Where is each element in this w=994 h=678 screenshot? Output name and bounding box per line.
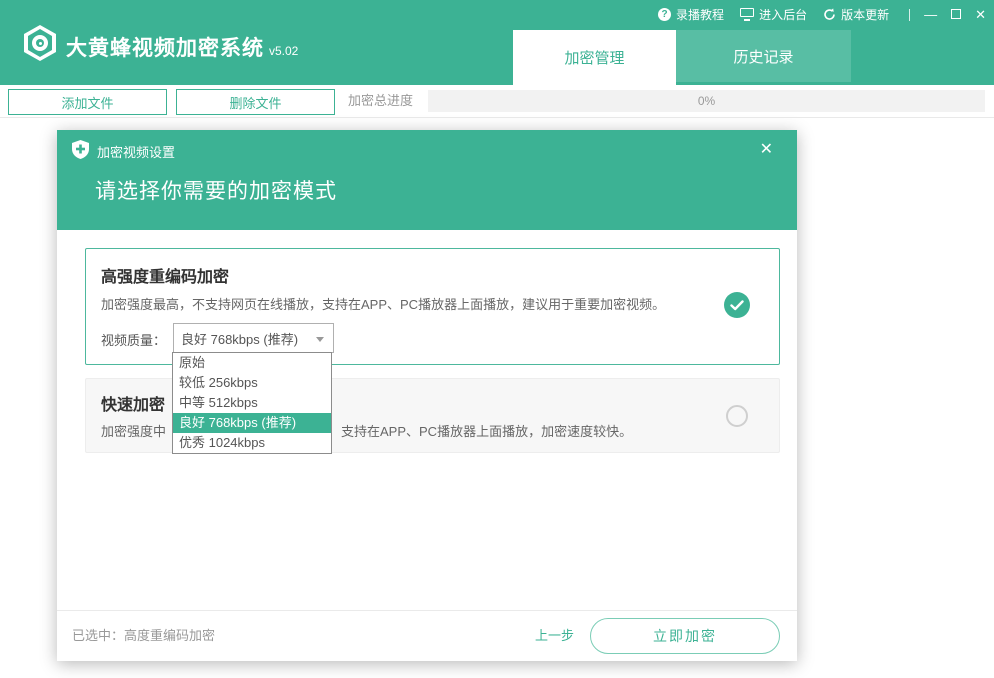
selected-mode-text: 已选中：高度重编码加密 (72, 611, 215, 661)
app-header: ? 录播教程 进入后台 版本更新 — ✕ 大黄蜂视频加密系统v5.02 加密管理… (0, 0, 994, 85)
menu-item-update[interactable]: 版本更新 (823, 6, 889, 23)
dialog-close-icon[interactable]: ✕ (760, 139, 773, 159)
previous-step-button[interactable]: 上一步 (535, 611, 574, 661)
total-progress-label: 加密总进度 (348, 85, 413, 117)
unselected-radio-icon[interactable] (726, 405, 748, 427)
maximize-icon (951, 9, 961, 19)
dialog-footer: 已选中：高度重编码加密 上一步 立即加密 (57, 610, 797, 661)
option-card-strong-encrypt[interactable]: 高强度重编码加密 加密强度最高，不支持网页在线播放，支持在APP、PC播放器上面… (85, 248, 780, 365)
dropdown-option-excellent[interactable]: 优秀 1024kbps (173, 433, 331, 453)
dialog-heading: 请选择你需要的加密模式 (95, 175, 337, 205)
dialog-title: 加密视频设置 (97, 142, 175, 161)
fast-encrypt-desc-left: 加密强度中 (101, 421, 166, 440)
menu-item-backend-label: 进入后台 (759, 6, 807, 23)
dropdown-option-original[interactable]: 原始 (173, 353, 331, 373)
window-controls-separator (909, 9, 910, 21)
menu-item-backend[interactable]: 进入后台 (740, 6, 807, 23)
dialog-header: 加密视频设置 ✕ 请选择你需要的加密模式 (57, 130, 797, 230)
app-logo-icon (24, 25, 56, 61)
menu-item-update-label: 版本更新 (841, 6, 889, 23)
app-version: v5.02 (269, 44, 298, 58)
quality-dropdown-list: 原始 较低 256kbps 中等 512kbps 良好 768kbps (推荐)… (172, 352, 332, 454)
encrypt-settings-dialog: 加密视频设置 ✕ 请选择你需要的加密模式 高强度重编码加密 加密强度最高，不支持… (57, 130, 797, 661)
dropdown-option-good-selected[interactable]: 良好 768kbps (推荐) (173, 413, 331, 433)
shield-plus-icon (72, 140, 89, 159)
menu-item-tutorial-label: 录播教程 (676, 6, 724, 23)
top-menu: ? 录播教程 进入后台 版本更新 — ✕ (658, 6, 986, 23)
video-quality-label: 视频质量： (101, 330, 166, 349)
total-progress-value: 0% (428, 90, 985, 112)
tab-encrypt-manage[interactable]: 加密管理 (513, 30, 676, 85)
monitor-icon (740, 8, 754, 21)
fast-encrypt-title: 快速加密 (101, 391, 165, 415)
dropdown-option-medium[interactable]: 中等 512kbps (173, 393, 331, 413)
strong-encrypt-title: 高强度重编码加密 (101, 263, 229, 287)
encrypt-now-button[interactable]: 立即加密 (590, 618, 780, 654)
video-quality-value: 良好 768kbps (推荐) (181, 329, 298, 348)
total-progress-bar: 0% (428, 90, 985, 112)
main-tabs: 加密管理 历史记录 (513, 30, 851, 85)
maximize-button[interactable] (951, 8, 961, 22)
selected-check-icon[interactable] (724, 292, 750, 318)
app-title: 大黄蜂视频加密系统v5.02 (66, 32, 298, 62)
delete-file-button[interactable]: 删除文件 (176, 89, 335, 115)
dropdown-option-low[interactable]: 较低 256kbps (173, 373, 331, 393)
help-icon: ? (658, 8, 671, 21)
add-file-button[interactable]: 添加文件 (8, 89, 167, 115)
close-button[interactable]: ✕ (975, 8, 986, 22)
window-controls: — ✕ (909, 8, 986, 22)
refresh-icon (823, 8, 836, 21)
menu-item-tutorial[interactable]: ? 录播教程 (658, 6, 724, 23)
strong-encrypt-desc: 加密强度最高，不支持网页在线播放，支持在APP、PC播放器上面播放，建议用于重要… (101, 294, 665, 313)
fast-encrypt-desc-right: 支持在APP、PC播放器上面播放，加密速度较快。 (341, 421, 632, 440)
tab-history[interactable]: 历史记录 (676, 30, 851, 82)
minimize-button[interactable]: — (924, 8, 937, 22)
toolbar: 添加文件 删除文件 加密总进度 0% (0, 85, 994, 118)
video-quality-select[interactable]: 良好 768kbps (推荐) (173, 323, 334, 353)
chevron-down-icon (316, 337, 324, 342)
